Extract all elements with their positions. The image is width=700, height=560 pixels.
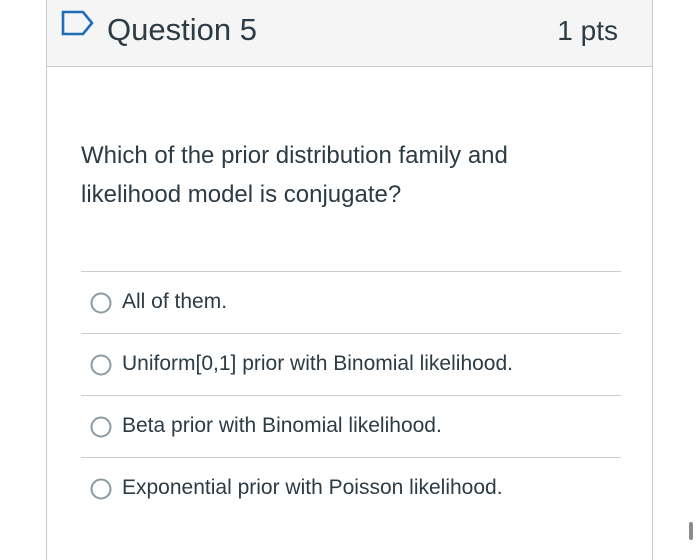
radio-button-icon[interactable] [90, 292, 112, 314]
radio-button-icon[interactable] [90, 478, 112, 500]
answer-option[interactable]: All of them. [81, 271, 621, 333]
answer-label: Exponential prior with Poisson likelihoo… [122, 476, 503, 499]
answer-label: All of them. [122, 290, 228, 313]
answer-label: Uniform[0,1] prior with Binomial likelih… [122, 352, 513, 375]
question-title: Question 5 [107, 12, 257, 47]
question-text: Which of the prior distribution family a… [81, 142, 508, 208]
answer-label: Beta prior with Binomial likelihood. [122, 414, 442, 437]
answer-list: All of them. Uniform[0,1] prior with Bin… [81, 271, 621, 519]
radio-button-icon[interactable] [90, 416, 112, 438]
question-points: 1 pts [557, 15, 618, 46]
scrollbar-thumb[interactable] [689, 522, 693, 540]
flag-icon[interactable] [61, 10, 95, 36]
answer-option[interactable]: Uniform[0,1] prior with Binomial likelih… [81, 333, 621, 395]
answer-option[interactable]: Exponential prior with Poisson likelihoo… [81, 457, 621, 519]
radio-button-icon[interactable] [90, 354, 112, 376]
question-card: Question 5 1 pts Which of the prior dist… [46, 0, 653, 560]
answer-option[interactable]: Beta prior with Binomial likelihood. [81, 395, 621, 457]
question-header: Question 5 1 pts [47, 0, 652, 67]
